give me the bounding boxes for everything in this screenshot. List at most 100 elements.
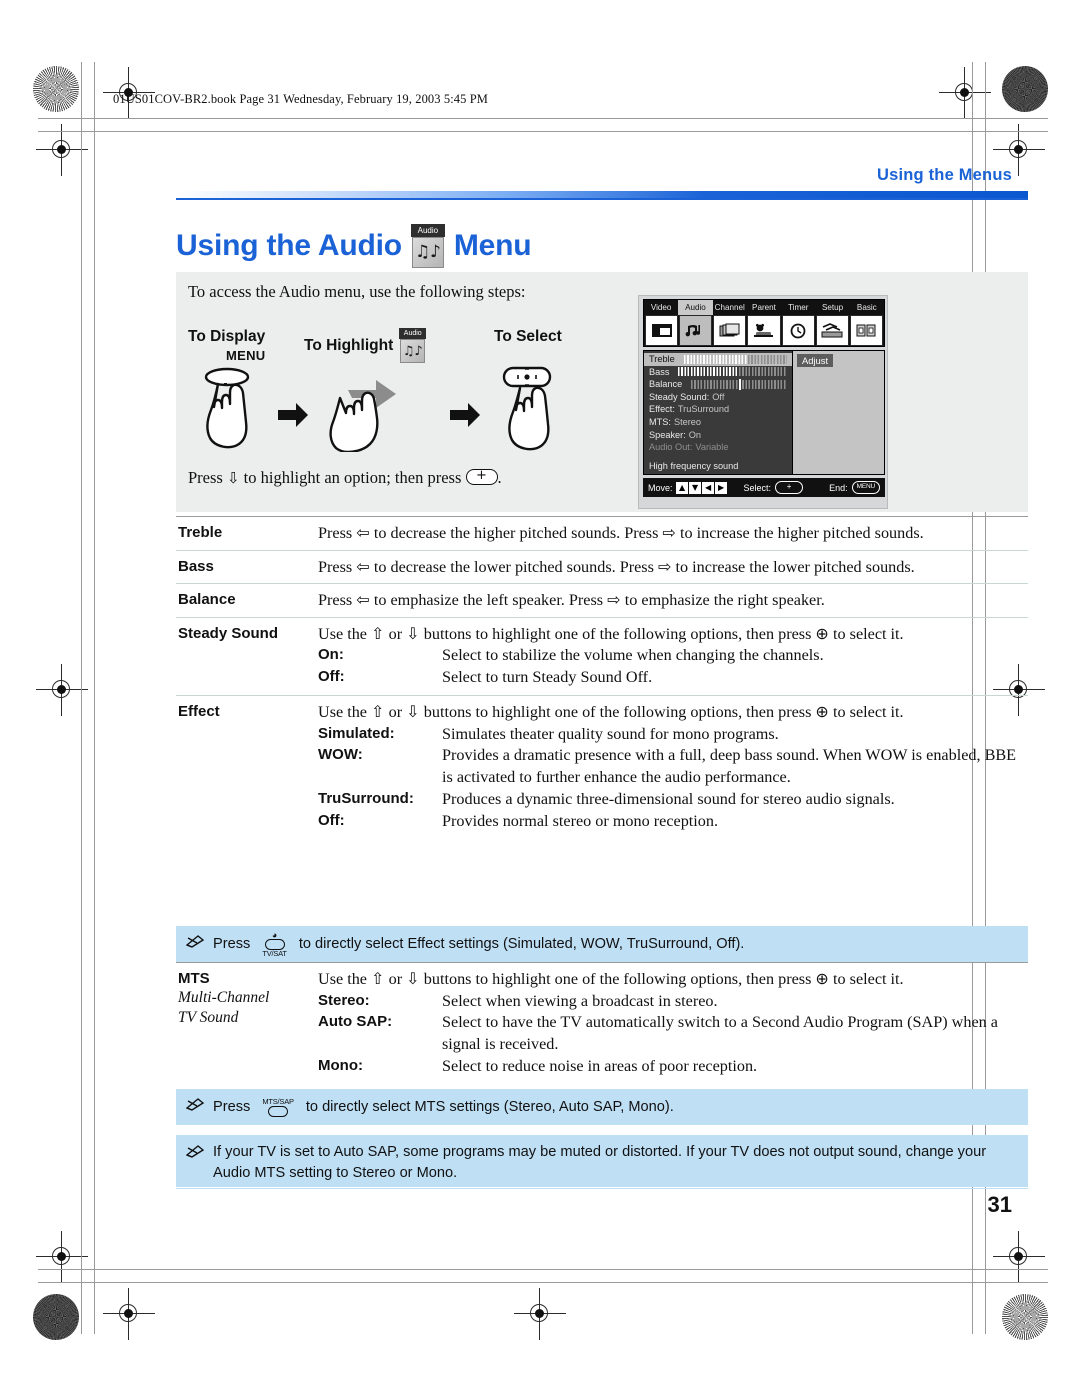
audio-icon-small-glyph: ♫♪ (400, 339, 426, 363)
intro-footer-mid: to highlight an option; then press (243, 468, 462, 487)
registration-mark-left-mid (36, 664, 88, 716)
table-term-mts-sub1: Multi-Channel (178, 989, 270, 1007)
pip-icon[interactable] (645, 315, 679, 346)
audio-menu-icon: Audio ♫♪ (410, 224, 445, 268)
table-term-treble: Treble (178, 524, 223, 541)
note-mts-direct-select: Press MTS/SAP to directly select MTS set… (176, 1089, 1028, 1125)
note-auto-sap-warning: If your TV is set to Auto SAP, some prog… (176, 1135, 1028, 1187)
table-def-mts: Use the ⇧ or ⇩ buttons to highlight one … (318, 963, 1028, 1084)
osd-row-mts[interactable]: MTS: Stereo (644, 416, 792, 429)
option-key-wow: WOW: (318, 746, 363, 764)
option-val-mono: Select to reduce noise in areas of poor … (442, 1057, 758, 1076)
table-def-steady-sound: Use the ⇧ or ⇩ buttons to highlight one … (318, 618, 1028, 695)
table-def-mts-text: Use the ⇧ or ⇩ buttons to highlight one … (318, 970, 904, 988)
osd-tab-audio[interactable]: Audio (678, 300, 713, 315)
osd-row-balance-label: Balance (649, 379, 683, 390)
table-def-effect: Use the ⇧ or ⇩ buttons to highlight one … (318, 696, 1028, 839)
step-label-to-display: To Display (188, 328, 265, 346)
mtssap-button-caption: MTS/SAP (262, 1096, 294, 1106)
osd-tab-timer[interactable]: Timer (781, 300, 815, 315)
basic-blocks-icon[interactable] (849, 315, 883, 346)
option-val-simulated: Simulates theater quality sound for mono… (442, 724, 779, 743)
osd-balance-bar[interactable] (691, 378, 787, 390)
pencil-note-icon (185, 1144, 205, 1165)
table-def-steady-sound-text: Use the ⇧ or ⇩ buttons to highlight one … (318, 624, 904, 643)
table-term-bass: Bass (178, 557, 214, 575)
osd-row-bass[interactable]: Bass (644, 366, 792, 379)
osd-row-effect[interactable]: Effect: TruSurround (644, 403, 792, 416)
step-label-to-select-text: To Select (494, 328, 562, 345)
osd-hint-text: High frequency sound (649, 461, 739, 471)
note-mts-post: to directly select MTS settings (Stereo,… (305, 1098, 674, 1115)
osd-row-mts-value: Stereo (673, 416, 702, 427)
pencil-note-icon (185, 1097, 205, 1118)
table-term-mts-sub2: TV Sound (178, 1009, 239, 1027)
step-label-to-display-text: To Display (188, 328, 266, 345)
crop-line-bottom-outer (38, 1282, 1048, 1283)
clock-icon[interactable] (781, 315, 815, 346)
osd-tab-parent[interactable]: Parent (747, 300, 781, 315)
osd-footer-move-label: Move: (648, 482, 673, 493)
osd-row-treble[interactable]: Treble (644, 353, 792, 366)
osd-tab-video[interactable]: Video (644, 300, 678, 315)
table-term-steady-sound: Steady Sound (178, 624, 279, 642)
osd-row-balance[interactable]: Balance (644, 378, 792, 391)
table-term-effect: Effect (178, 702, 220, 720)
list-item: On: Select to stabilize the volume when … (318, 645, 1024, 667)
osd-row-steady-sound[interactable]: Steady Sound: Off (644, 391, 792, 404)
page-title-after: Menu (453, 229, 532, 262)
list-item: WOW: Provides a dramatic presence with a… (318, 745, 1024, 789)
option-val-off: Select to turn Steady Sound Off. (442, 668, 653, 687)
table-def-treble: Press ⇦ to decrease the higher pitched s… (318, 524, 924, 542)
registration-mark-bottom-left-inner (103, 1288, 155, 1340)
osd-row-treble-label: Treble (649, 354, 675, 364)
osd-key-menu-icon: MENU (851, 481, 880, 494)
intro-panel: To access the Audio menu, use the follow… (176, 272, 1028, 512)
osd-row-audio-out: Audio Out: Variable (644, 441, 792, 454)
header-rule (176, 198, 1028, 200)
header-gradient-rule (176, 191, 1028, 198)
option-key-mono: Mono: (318, 1057, 363, 1075)
audio-icon-glyph: ♫♪ (411, 237, 444, 268)
music-note-icon[interactable] (679, 315, 713, 346)
note-mts-pre: Press (213, 1098, 251, 1115)
file-stamp: 01US01COV-BR2.book Page 31 Wednesday, Fe… (113, 92, 488, 106)
osd-adjust-tag: Adjust (797, 354, 834, 367)
note-effect-direct-select: Press ◕ TV/SAT to directly select Effect… (176, 926, 1028, 962)
audio-icon-caption: Audio (410, 224, 445, 237)
select-button-icon (465, 466, 498, 486)
registration-mark-right-upper (993, 124, 1045, 176)
registration-mark-bottom-center (514, 1288, 566, 1340)
list-item: Off: Select to turn Steady Sound Off. (318, 667, 1024, 689)
option-val-wow: Provides a dramatic presence with a full… (442, 746, 1017, 787)
tv-osd-screenshot: Video Audio Channel Parent Timer Setup B… (638, 295, 888, 509)
osd-adjust-pane: Adjust (793, 350, 885, 475)
option-key-effect-off: Off: (318, 811, 345, 829)
osd-tab-setup[interactable]: Setup (815, 300, 849, 315)
table-row: Bass Press ⇦ to decrease the lower pitch… (176, 549, 1028, 584)
intro-lead-text: To access the Audio menu, use the follow… (188, 282, 526, 301)
pencil-note-icon (185, 934, 205, 955)
setup-tools-icon[interactable] (815, 315, 849, 346)
osd-footer-end-label: End: (829, 482, 848, 493)
list-item: Mono: Select to reduce noise in areas of… (318, 1056, 1024, 1078)
osd-row-mts-label: MTS: (649, 416, 671, 427)
footer-rule (176, 1188, 1028, 1189)
osd-tab-channel[interactable]: Channel (713, 300, 747, 315)
table-row: Effect Use the ⇧ or ⇩ buttons to highlig… (176, 694, 1028, 839)
crop-line-left-inner (94, 62, 95, 1334)
running-head: Using the Menus (876, 166, 1012, 184)
osd-bass-bar[interactable] (678, 367, 787, 377)
registration-star-top-left (33, 66, 79, 112)
teddy-bear-icon[interactable] (747, 315, 781, 346)
audio-menu-icon-small: Audio ♫♪ (399, 328, 427, 363)
mts-options: Stereo: Select when viewing a broadcast … (318, 991, 1024, 1078)
option-key-off: Off: (318, 668, 345, 686)
channel-cards-icon[interactable] (713, 315, 747, 346)
table-def-effect-text: Use the ⇧ or ⇩ buttons to highlight one … (318, 702, 904, 721)
osd-row-speaker[interactable]: Speaker: On (644, 429, 792, 442)
list-item: Auto SAP: Select to have the TV automati… (318, 1012, 1024, 1056)
osd-treble-bar[interactable] (683, 354, 787, 364)
osd-tab-basic[interactable]: Basic (850, 300, 884, 315)
osd-key-select-icon: + (775, 481, 804, 494)
